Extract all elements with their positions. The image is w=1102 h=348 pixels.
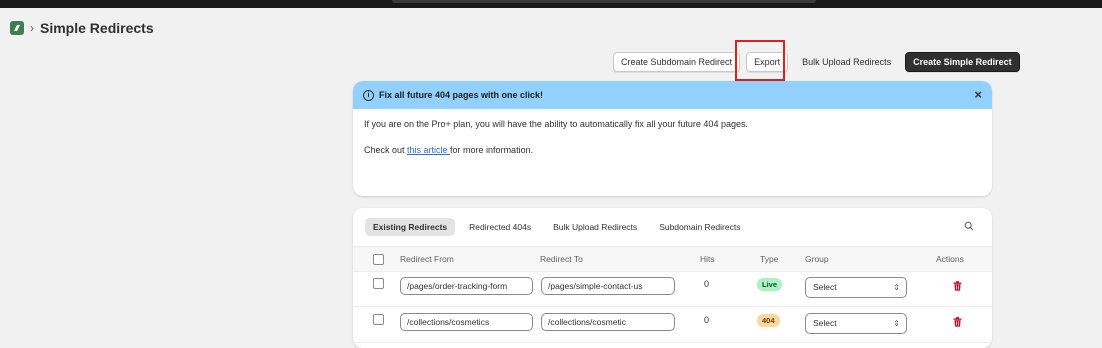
redirect-to-input[interactable]: /collections/cosmetic	[541, 313, 675, 331]
banner-link-line: Check out this article for more informat…	[364, 145, 981, 155]
info-banner: i Fix all future 404 pages with one clic…	[353, 81, 992, 196]
trash-icon[interactable]	[953, 281, 962, 291]
tab-existing-redirects[interactable]: Existing Redirects	[365, 218, 456, 236]
page-actions: Create Subdomain Redirect Export Bulk Up…	[613, 52, 1020, 72]
redirect-to-input[interactable]: /pages/simple-contact-us	[541, 277, 675, 295]
table-row: /pages/order-tracking-form /pages/simple…	[353, 270, 992, 307]
app-logo-icon[interactable]	[10, 21, 24, 35]
row-checkbox[interactable]	[373, 278, 384, 289]
status-badge: Live	[757, 278, 783, 291]
tab-subdomain-redirects[interactable]: Subdomain Redirects	[651, 218, 748, 236]
select-caret-icon: ⇕	[893, 283, 900, 292]
tab-bulk-upload-redirects[interactable]: Bulk Upload Redirects	[545, 218, 645, 236]
table-row: /collections/cosmetics /collections/cosm…	[353, 306, 992, 343]
article-link[interactable]: this article	[407, 145, 450, 155]
select-all-checkbox[interactable]	[373, 254, 384, 265]
hits-value: 0	[704, 279, 710, 289]
redirect-from-input[interactable]: /pages/order-tracking-form	[400, 277, 533, 295]
close-icon[interactable]: ×	[974, 88, 982, 101]
redirects-table-card: Existing Redirects Redirected 404s Bulk …	[353, 208, 992, 348]
search-icon[interactable]	[964, 221, 974, 231]
tab-redirected-404s[interactable]: Redirected 404s	[461, 218, 539, 236]
banner-link-prefix: Check out	[364, 145, 408, 155]
breadcrumb: › Simple Redirects	[10, 20, 154, 36]
top-bar	[0, 0, 1102, 8]
trash-icon[interactable]	[953, 317, 962, 327]
redirect-tabs: Existing Redirects Redirected 404s Bulk …	[353, 208, 992, 237]
column-hits: Hits	[700, 254, 715, 264]
banner-link-suffix: for more information.	[450, 145, 534, 155]
banner-body: If you are on the Pro+ plan, you will ha…	[353, 109, 992, 181]
bulk-upload-redirects-button[interactable]: Bulk Upload Redirects	[794, 52, 899, 72]
top-search-bar[interactable]	[392, 0, 816, 3]
column-redirect-to: Redirect To	[540, 254, 583, 264]
banner-text: If you are on the Pro+ plan, you will ha…	[364, 119, 748, 129]
column-redirect-from: Redirect From	[400, 254, 454, 264]
chevron-right-icon: ›	[30, 21, 34, 35]
export-highlight-box	[735, 40, 785, 81]
create-simple-redirect-button[interactable]: Create Simple Redirect	[905, 52, 1020, 72]
group-select[interactable]: Select ⇕	[805, 277, 907, 298]
banner-header: i Fix all future 404 pages with one clic…	[353, 81, 992, 109]
redirect-from-input[interactable]: /collections/cosmetics	[400, 313, 533, 331]
status-badge: 404	[757, 314, 780, 327]
row-checkbox[interactable]	[373, 314, 384, 325]
hits-value: 0	[704, 315, 710, 325]
create-subdomain-redirect-button[interactable]: Create Subdomain Redirect	[613, 52, 741, 72]
table-header: Redirect From Redirect To Hits Type Grou…	[353, 246, 992, 272]
info-icon: i	[363, 89, 374, 101]
column-group: Group	[805, 254, 829, 264]
banner-title: Fix all future 404 pages with one click!	[379, 90, 544, 100]
column-type: Type	[760, 254, 779, 264]
column-actions: Actions	[936, 254, 964, 264]
group-select[interactable]: Select ⇕	[805, 313, 907, 334]
select-caret-icon: ⇕	[893, 319, 900, 328]
group-select-value: Select	[813, 318, 837, 328]
page-title: Simple Redirects	[40, 20, 154, 36]
group-select-value: Select	[813, 282, 837, 292]
